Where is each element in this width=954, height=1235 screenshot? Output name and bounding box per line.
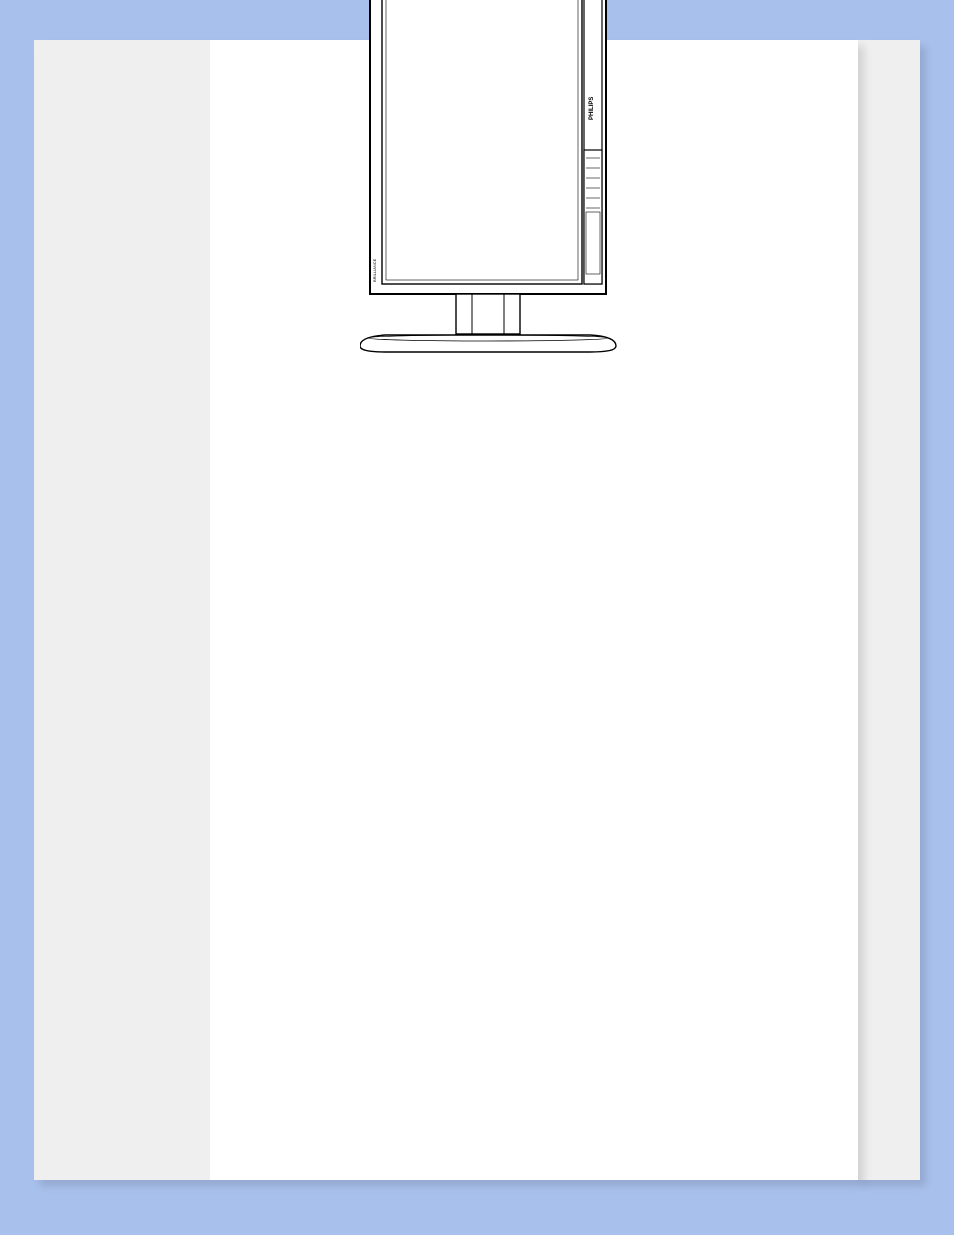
page-left-margin — [34, 40, 210, 1180]
monitor-line-drawing: PHILIPS BRILLIANCE — [360, 0, 660, 360]
viewer-background: PHILIPS BRILLIANCE — [0, 0, 954, 1235]
document-page: PHILIPS BRILLIANCE — [34, 40, 858, 1180]
monitor-illustration: PHILIPS BRILLIANCE — [360, 0, 660, 360]
brand-label: PHILIPS — [589, 97, 595, 120]
page-stack: PHILIPS BRILLIANCE — [34, 40, 920, 1180]
page-content-area: PHILIPS BRILLIANCE — [210, 40, 858, 1180]
model-label: BRILLIANCE — [372, 258, 377, 282]
page-behind-right — [856, 40, 920, 1180]
